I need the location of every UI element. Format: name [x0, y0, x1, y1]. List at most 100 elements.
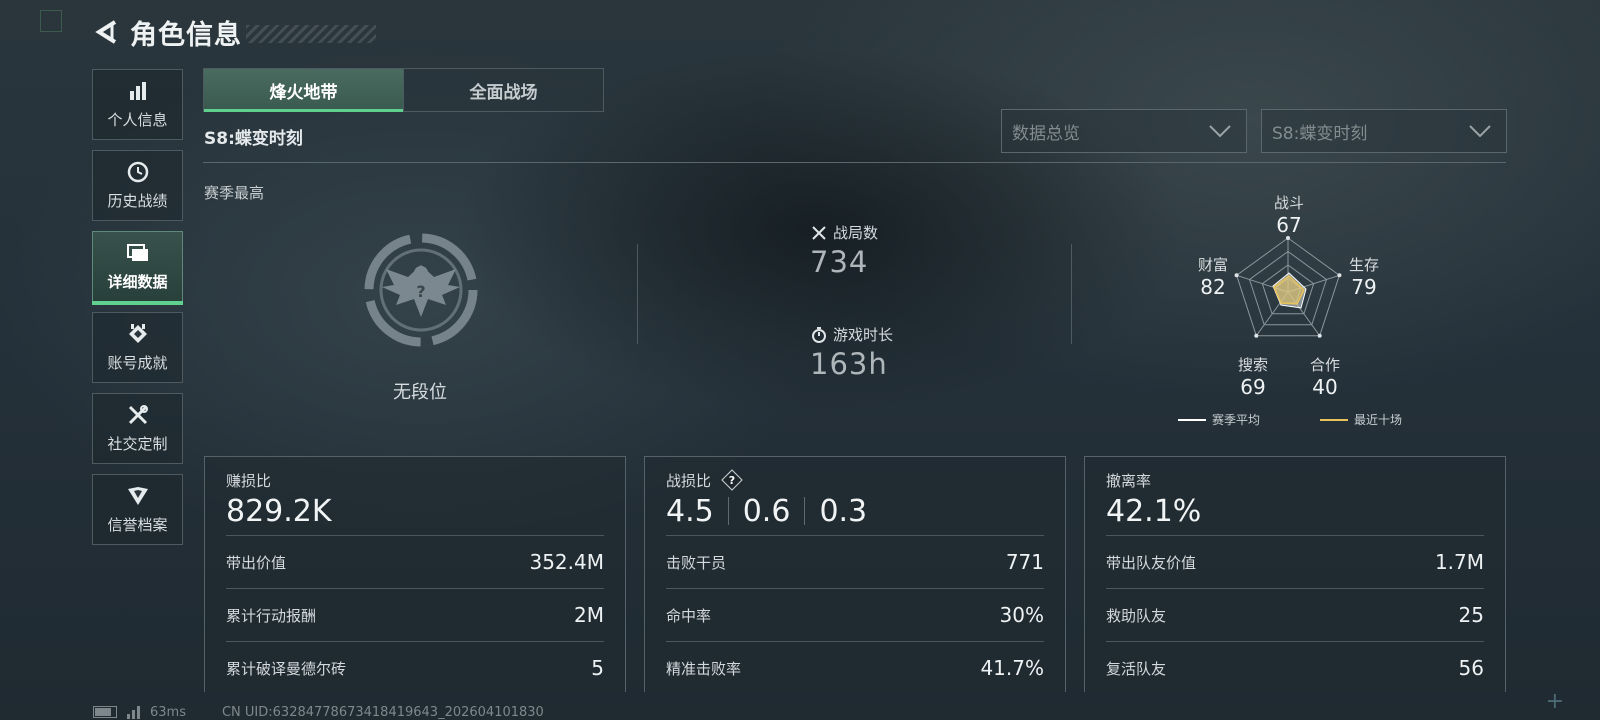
chevron-down-icon	[1469, 125, 1491, 138]
row-label: 复活队友	[1106, 659, 1167, 678]
row-value: 771	[1005, 550, 1044, 574]
card-title: 撤离率	[1106, 471, 1152, 490]
rank-name: 无段位	[393, 382, 447, 403]
stat-row: 累计破译曼德尔砖 5	[226, 641, 604, 694]
divider	[637, 244, 638, 344]
page-title: 角色信息	[130, 19, 242, 51]
radar-axis-label: 战斗	[1273, 194, 1304, 212]
tab-warzone[interactable]: 烽火地带	[204, 69, 403, 112]
ratio-value: 4.5	[666, 493, 714, 529]
sidebar-item-label: 社交定制	[107, 435, 168, 453]
row-value: 5	[591, 656, 604, 680]
corner-decoration	[40, 10, 62, 32]
radar-axis-value: 82	[1200, 275, 1226, 299]
radar-axis-value: 67	[1276, 213, 1302, 237]
card-title: 战损比	[666, 471, 712, 490]
matches-value: 734	[810, 245, 869, 279]
sidebar-item-label: 历史战绩	[107, 192, 168, 210]
radar-axis-label: 合作	[1309, 356, 1340, 374]
sidebar-item-detailed-data[interactable]: 详细数据	[92, 231, 183, 305]
radar-vertex	[1317, 333, 1322, 338]
legend-swatch	[1178, 418, 1206, 421]
sidebar-item-achievements[interactable]: 账号成就	[92, 312, 183, 383]
corner-plus-icon: +	[1545, 689, 1564, 714]
row-value: 1.7M	[1434, 550, 1484, 574]
playtime-stat: 游戏时长 163h	[810, 324, 893, 381]
combat-ratio-values: 4.5 0.6 0.3	[666, 492, 1044, 530]
back-button[interactable]	[92, 17, 122, 47]
card-big-value: 42.1%	[1106, 493, 1202, 529]
row-value: 25	[1458, 603, 1484, 627]
sidebar-item-credit-record[interactable]: 信誉档案	[92, 474, 183, 545]
shield-emblem-icon	[126, 484, 150, 508]
row-label: 带出价值	[226, 553, 287, 572]
row-value: 56	[1458, 656, 1484, 680]
card-big-value: 829.2K	[226, 493, 332, 529]
back-arrow-icon	[95, 20, 117, 44]
folder-icon	[126, 241, 150, 265]
stat-row: 精准击败率 41.7%	[666, 641, 1044, 694]
history-clock-icon	[126, 160, 150, 184]
row-value: 30%	[999, 603, 1044, 627]
achievement-icon	[126, 322, 150, 346]
sidebar-item-label: 个人信息	[107, 111, 168, 129]
row-label: 带出队友价值	[1106, 553, 1197, 572]
radar-axis-label: 生存	[1348, 256, 1379, 274]
tools-icon	[126, 403, 150, 427]
legend-season-avg: 赛季平均	[1178, 411, 1260, 428]
row-value: 352.4M	[529, 550, 604, 574]
stat-row: 击败干员 771	[666, 535, 1044, 588]
row-label: 累计行动报酬	[226, 606, 317, 625]
sidebar-item-label: 详细数据	[107, 273, 168, 291]
card-title-wrap: 战损比 ?	[666, 469, 1044, 491]
card-title: 赚损比	[226, 471, 272, 490]
playtime-value: 163h	[810, 347, 888, 381]
season-best-label: 赛季最高	[204, 184, 265, 202]
stat-row: 累计行动报酬 2M	[226, 588, 604, 641]
rank-emblem-icon: ?	[364, 233, 478, 347]
row-label: 命中率	[666, 606, 712, 625]
extract-card: 撤离率 42.1% 带出队友价值 1.7M 救助队友 25 复活队友 56	[1084, 456, 1506, 692]
title-decoration	[246, 25, 376, 43]
row-value: 2M	[574, 603, 604, 627]
stat-row: 救助队友 25	[1106, 588, 1484, 641]
radar-axis-label: 财富	[1197, 256, 1228, 274]
ratio-value: 0.3	[819, 493, 868, 529]
ratio-value: 0.6	[742, 493, 791, 529]
sidebar-item-history[interactable]: 历史战绩	[92, 150, 183, 221]
season-select[interactable]: S8:蝶变时刻	[1261, 109, 1507, 153]
view-select[interactable]: 数据总览	[1001, 109, 1247, 153]
sidebar-item-personal-info[interactable]: 个人信息	[92, 69, 183, 140]
stat-row: 带出队友价值 1.7M	[1106, 535, 1484, 588]
help-icon[interactable]: ?	[721, 469, 743, 491]
row-label: 击败干员	[666, 553, 727, 572]
bar-chart-icon	[126, 79, 150, 103]
row-label: 救助队友	[1106, 606, 1167, 625]
divider	[1071, 244, 1072, 344]
season-label: S8:蝶变时刻	[204, 129, 303, 149]
matches-label: 战局数	[833, 224, 879, 242]
status-bar: 63ms CN UID:6328477867341841964​3_202604…	[93, 704, 544, 720]
radar-axis-value: 79	[1351, 275, 1377, 299]
profit-card: 赚损比 829.2K 带出价值 352.4M 累计行动报酬 2M 累计破译曼德尔砖 5	[204, 456, 626, 692]
signal-icon	[127, 705, 142, 719]
radar-vertex	[1254, 333, 1259, 338]
row-label: 精准击败率	[666, 659, 742, 678]
row-value: 41.7%	[980, 656, 1044, 680]
stat-row: 带出价值 352.4M	[226, 535, 604, 588]
sidebar-item-label: 信誉档案	[107, 516, 168, 534]
playtime-label: 游戏时长	[833, 326, 894, 344]
season-select-value: S8:蝶变时刻	[1272, 123, 1368, 144]
matches-stat: 战局数 734	[810, 222, 878, 279]
svg-text:?: ?	[416, 282, 425, 301]
divider	[727, 497, 729, 525]
sidebar: 个人信息 历史战绩 详细数据 账号成就 社交定制 信誉档案	[92, 69, 183, 555]
stat-row: 命中率 30%	[666, 588, 1044, 641]
svg-text:?: ?	[729, 474, 735, 487]
tab-full-battlefield[interactable]: 全面战场	[403, 69, 603, 111]
divider	[804, 497, 806, 525]
chevron-down-icon	[1209, 125, 1231, 138]
ping-value: 63ms	[150, 704, 186, 720]
uid-text: CN UID:6328477867341841964​3_20260410183…	[221, 704, 544, 720]
sidebar-item-social-custom[interactable]: 社交定制	[92, 393, 183, 464]
